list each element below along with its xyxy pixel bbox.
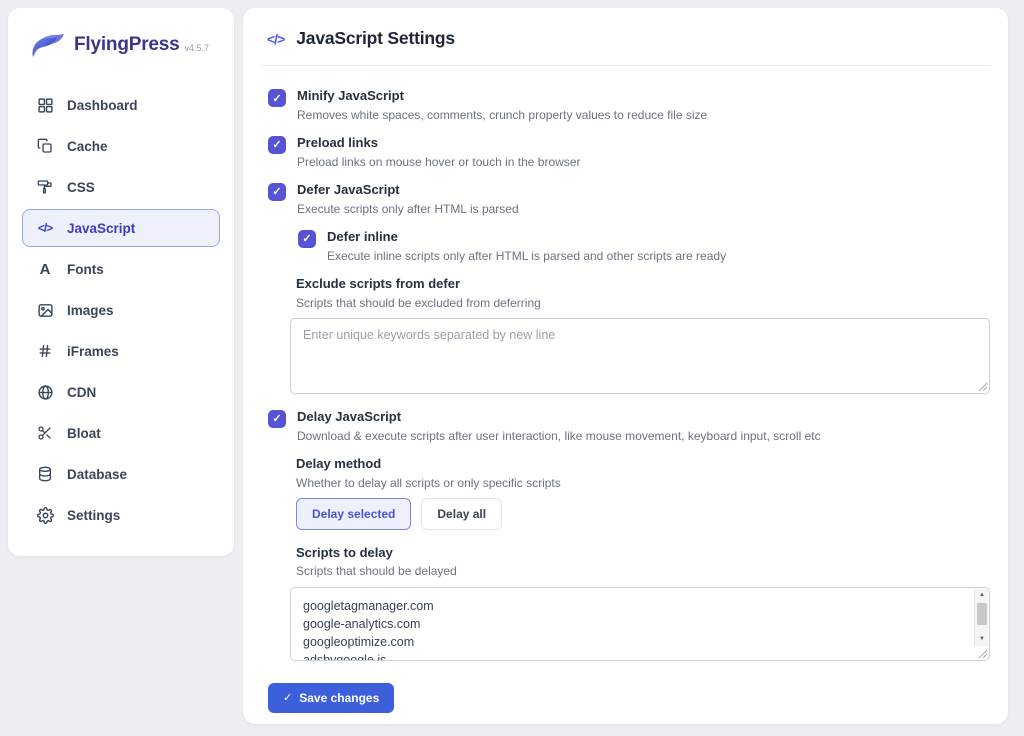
sidebar-item-label: Fonts <box>67 262 104 277</box>
sidebar-item-label: JavaScript <box>67 221 135 236</box>
sidebar: FlyingPress v4.5.7 Dashboard Cache CSS <… <box>8 8 234 556</box>
sidebar-item-label: CDN <box>67 385 96 400</box>
brand-name: FlyingPress <box>74 34 180 56</box>
setting-title: Scripts to delay <box>296 545 990 561</box>
resize-handle-icon[interactable] <box>978 649 988 659</box>
defer-inline-checkbox[interactable]: ✓ <box>298 230 316 248</box>
delay-selected-button[interactable]: Delay selected <box>296 498 411 530</box>
sidebar-item-label: Database <box>67 467 127 482</box>
sidebar-item-label: iFrames <box>67 344 119 359</box>
flyingpress-logo-icon <box>30 30 66 60</box>
page-title: JavaScript Settings <box>296 28 455 49</box>
setting-description: Removes white spaces, comments, crunch p… <box>297 108 707 122</box>
sidebar-item-label: CSS <box>67 180 95 195</box>
preload-links-checkbox[interactable]: ✓ <box>268 136 286 154</box>
setting-title: Preload links <box>297 135 580 151</box>
setting-title: Defer JavaScript <box>297 182 519 198</box>
save-changes-button[interactable]: ✓ Save changes <box>268 683 394 713</box>
setting-defer-inline: ✓ Defer inline Execute inline scripts on… <box>298 229 990 263</box>
scroll-down-icon[interactable]: ▼ <box>975 633 989 646</box>
scripts-delay-value: googletagmanager.com google-analytics.co… <box>303 597 969 660</box>
sidebar-item-dashboard[interactable]: Dashboard <box>22 86 220 124</box>
paint-roller-icon <box>35 177 55 197</box>
sidebar-item-label: Settings <box>67 508 120 523</box>
code-icon: </> <box>35 218 55 238</box>
setting-title: Defer inline <box>327 229 726 245</box>
sidebar-item-settings[interactable]: Settings <box>22 496 220 534</box>
setting-defer-javascript: ✓ Defer JavaScript Execute scripts only … <box>268 182 990 216</box>
sidebar-item-cache[interactable]: Cache <box>22 127 220 165</box>
resize-handle-icon[interactable] <box>978 382 988 392</box>
setting-description: Download & execute scripts after user in… <box>297 429 821 443</box>
sidebar-item-css[interactable]: CSS <box>22 168 220 206</box>
page-header: </> JavaScript Settings <box>243 8 1008 65</box>
setting-description: Execute inline scripts only after HTML i… <box>327 249 726 263</box>
exclude-defer-field-wrap <box>290 318 990 394</box>
scrollbar[interactable]: ▲ ▼ <box>974 589 988 646</box>
sidebar-item-bloat[interactable]: Bloat <box>22 414 220 452</box>
sidebar-item-cdn[interactable]: CDN <box>22 373 220 411</box>
setting-description: Whether to delay all scripts or only spe… <box>296 476 990 490</box>
setting-delay-method-label: Delay method Whether to delay all script… <box>296 456 990 490</box>
delay-javascript-checkbox[interactable]: ✓ <box>268 410 286 428</box>
logo: FlyingPress v4.5.7 <box>22 30 220 60</box>
setting-minify-javascript: ✓ Minify JavaScript Removes white spaces… <box>268 88 990 122</box>
image-icon <box>35 300 55 320</box>
setting-title: Delay JavaScript <box>297 409 821 425</box>
setting-title: Minify JavaScript <box>297 88 707 104</box>
scripts-delay-field-wrap: googletagmanager.com google-analytics.co… <box>290 587 990 661</box>
sidebar-item-label: Cache <box>67 139 108 154</box>
setting-title: Exclude scripts from defer <box>296 276 990 292</box>
main-panel: </> JavaScript Settings ✓ Minify JavaScr… <box>243 8 1008 724</box>
app-version: v4.5.7 <box>185 43 210 53</box>
settings-content: ✓ Minify JavaScript Removes white spaces… <box>243 66 1008 713</box>
sidebar-item-database[interactable]: Database <box>22 455 220 493</box>
setting-description: Scripts that should be excluded from def… <box>296 296 990 310</box>
scroll-up-icon[interactable]: ▲ <box>975 589 989 602</box>
sidebar-item-javascript[interactable]: </> JavaScript <box>22 209 220 247</box>
setting-preload-links: ✓ Preload links Preload links on mouse h… <box>268 135 990 169</box>
sidebar-item-label: Images <box>67 303 114 318</box>
scripts-delay-textarea[interactable]: googletagmanager.com google-analytics.co… <box>290 587 990 661</box>
sidebar-item-fonts[interactable]: A Fonts <box>22 250 220 288</box>
font-a-icon: A <box>35 259 55 279</box>
minify-javascript-checkbox[interactable]: ✓ <box>268 89 286 107</box>
copy-pages-icon <box>35 136 55 156</box>
database-icon <box>35 464 55 484</box>
save-changes-label: Save changes <box>299 691 379 705</box>
exclude-defer-textarea[interactable] <box>290 318 990 394</box>
check-icon: ✓ <box>283 691 292 704</box>
delay-all-button[interactable]: Delay all <box>421 498 502 530</box>
code-icon: </> <box>267 31 284 47</box>
sidebar-item-label: Bloat <box>67 426 101 441</box>
setting-scripts-delay-label: Scripts to delay Scripts that should be … <box>296 545 990 579</box>
globe-icon <box>35 382 55 402</box>
setting-description: Preload links on mouse hover or touch in… <box>297 155 580 169</box>
sidebar-item-images[interactable]: Images <box>22 291 220 329</box>
scrollbar-thumb[interactable] <box>977 603 987 625</box>
defer-javascript-checkbox[interactable]: ✓ <box>268 183 286 201</box>
setting-title: Delay method <box>296 456 990 472</box>
gear-icon <box>35 505 55 525</box>
sidebar-item-iframes[interactable]: iFrames <box>22 332 220 370</box>
setting-description: Execute scripts only after HTML is parse… <box>297 202 519 216</box>
sidebar-item-label: Dashboard <box>67 98 138 113</box>
hash-icon <box>35 341 55 361</box>
setting-description: Scripts that should be delayed <box>296 564 990 578</box>
setting-delay-javascript: ✓ Delay JavaScript Download & execute sc… <box>268 409 990 443</box>
setting-exclude-defer-label: Exclude scripts from defer Scripts that … <box>296 276 990 310</box>
delay-method-button-group: Delay selected Delay all <box>296 498 990 530</box>
scissors-icon <box>35 423 55 443</box>
grid-icon <box>35 95 55 115</box>
